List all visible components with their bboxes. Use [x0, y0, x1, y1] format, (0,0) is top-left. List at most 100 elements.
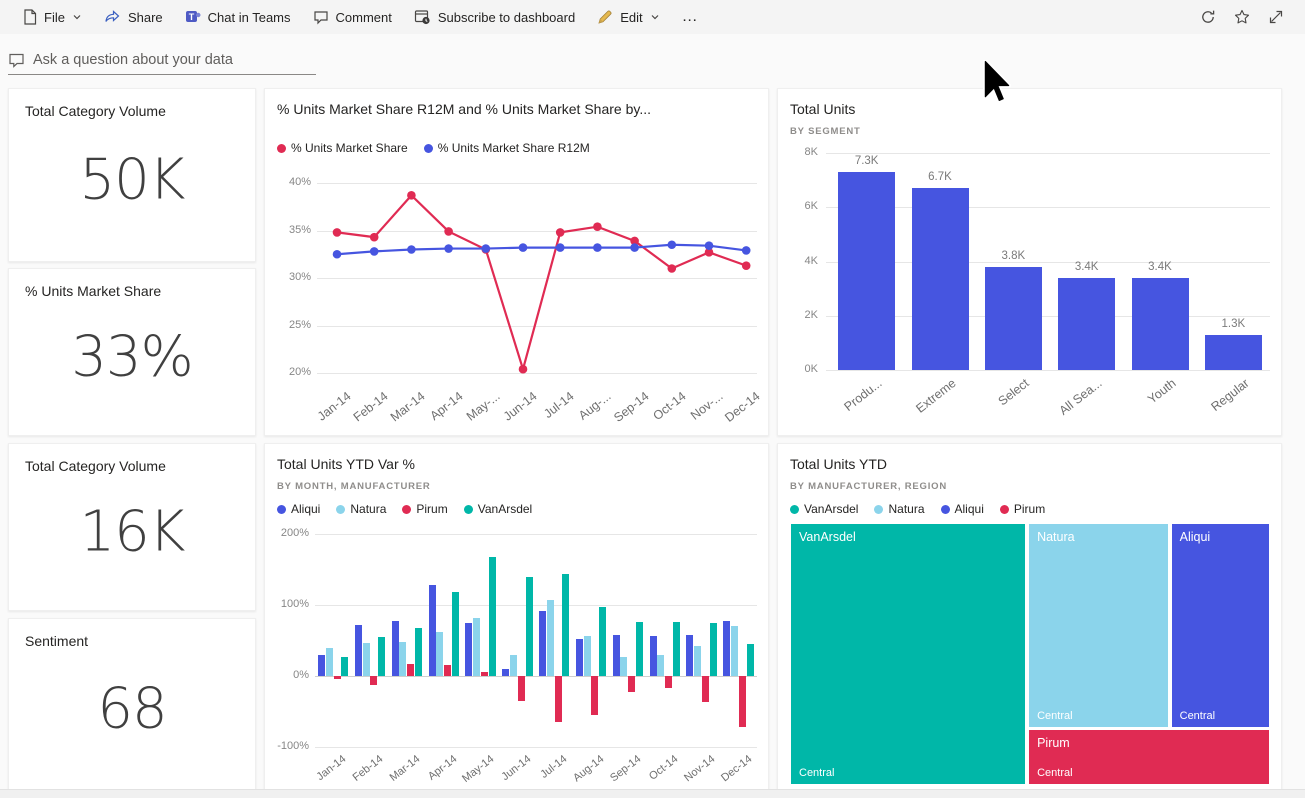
bar[interactable]	[510, 655, 517, 676]
legend-label: Natura	[888, 502, 924, 516]
bar[interactable]	[555, 676, 562, 722]
bar[interactable]	[452, 592, 459, 676]
legend-item[interactable]: Pirum	[402, 502, 447, 516]
bar[interactable]	[429, 585, 436, 676]
comment-button[interactable]: Comment	[302, 0, 403, 34]
legend-item[interactable]: Aliqui	[277, 502, 320, 516]
bar[interactable]	[694, 646, 701, 676]
bar-chart-card[interactable]: Total Units BY SEGMENT 8K6K4K2K0K7.3KPro…	[777, 88, 1282, 436]
legend-item[interactable]: Aliqui	[941, 502, 984, 516]
fullscreen-button[interactable]	[1259, 0, 1293, 34]
bar[interactable]	[1058, 278, 1115, 370]
bar[interactable]	[686, 635, 693, 676]
treemap-node[interactable]: VanArsdelCentral	[791, 524, 1025, 784]
bar[interactable]	[392, 621, 399, 676]
bar[interactable]	[378, 637, 385, 676]
treemap-node[interactable]: PirumCentral	[1029, 730, 1269, 784]
kpi-value: 50K	[9, 148, 255, 213]
qna-input[interactable]: Ask a question about your data	[8, 46, 316, 75]
bar[interactable]	[489, 557, 496, 676]
bar[interactable]	[657, 655, 664, 676]
bar[interactable]	[912, 188, 969, 370]
bar[interactable]	[702, 676, 709, 702]
legend-item[interactable]: % Units Market Share	[277, 141, 408, 155]
chat-in-teams-label: Chat in Teams	[208, 10, 291, 25]
bar[interactable]	[562, 574, 569, 676]
kpi-card-units-market-share[interactable]: % Units Market Share 33%	[8, 268, 256, 436]
bar[interactable]	[502, 669, 509, 676]
bar[interactable]	[613, 635, 620, 676]
legend-item[interactable]: VanArsdel	[464, 502, 532, 516]
bar[interactable]	[665, 676, 672, 688]
subscribe-button[interactable]: Subscribe to dashboard	[403, 0, 586, 34]
line-chart-card[interactable]: % Units Market Share R12M and % Units Ma…	[264, 88, 769, 436]
share-button[interactable]: Share	[93, 0, 174, 34]
bar[interactable]	[838, 172, 895, 370]
legend-label: Pirum	[416, 502, 447, 516]
bar[interactable]	[985, 267, 1042, 370]
bar[interactable]	[723, 621, 730, 676]
bar[interactable]	[747, 644, 754, 676]
legend-item[interactable]: Natura	[336, 502, 386, 516]
bar[interactable]	[444, 665, 451, 676]
bar[interactable]	[591, 676, 598, 715]
chart-subtitle: BY MANUFACTURER, REGION	[790, 481, 947, 492]
bar[interactable]	[318, 655, 325, 676]
edit-button[interactable]: Edit	[586, 0, 670, 34]
bar[interactable]	[1205, 335, 1262, 370]
bar[interactable]	[673, 622, 680, 676]
legend-item[interactable]: Pirum	[1000, 502, 1045, 516]
bar[interactable]	[1132, 278, 1189, 370]
bar[interactable]	[518, 676, 525, 701]
treemap-node[interactable]: AliquiCentral	[1172, 524, 1269, 727]
kpi-card-total-category-volume-2[interactable]: Total Category Volume 16K	[8, 443, 256, 611]
bar[interactable]	[481, 672, 488, 676]
bar-value-label: 6.7K	[908, 171, 972, 183]
toolbar-right	[1191, 0, 1293, 34]
bar[interactable]	[739, 676, 746, 727]
x-axis-tick-label: Extreme	[913, 376, 958, 416]
bar[interactable]	[620, 657, 627, 676]
bar[interactable]	[628, 676, 635, 692]
bar[interactable]	[599, 607, 606, 676]
toolbar-left: File Share T Chat in Teams Comment Subsc…	[12, 0, 710, 34]
refresh-icon	[1200, 9, 1216, 25]
legend-item[interactable]: % Units Market Share R12M	[424, 141, 590, 155]
bar[interactable]	[731, 626, 738, 676]
bar[interactable]	[526, 577, 533, 676]
favorite-button[interactable]	[1225, 0, 1259, 34]
bar[interactable]	[370, 676, 377, 685]
legend-item[interactable]: Natura	[874, 502, 924, 516]
kpi-card-sentiment[interactable]: Sentiment 68	[8, 618, 256, 790]
bar[interactable]	[584, 636, 591, 676]
bar[interactable]	[539, 611, 546, 676]
treemap-node[interactable]: NaturaCentral	[1029, 524, 1168, 727]
chat-in-teams-button[interactable]: T Chat in Teams	[174, 0, 302, 34]
file-menu-button[interactable]: File	[12, 0, 93, 34]
grouped-bar-chart-card[interactable]: Total Units YTD Var % BY MONTH, MANUFACT…	[264, 443, 769, 790]
bar[interactable]	[341, 657, 348, 676]
bar[interactable]	[407, 664, 414, 676]
bar[interactable]	[363, 643, 370, 676]
horizontal-scrollbar[interactable]	[0, 789, 1305, 798]
treemap-card[interactable]: Total Units YTD BY MANUFACTURER, REGION …	[777, 443, 1282, 790]
bar[interactable]	[415, 628, 422, 676]
bar[interactable]	[636, 622, 643, 676]
bar[interactable]	[399, 642, 406, 676]
kpi-card-total-category-volume[interactable]: Total Category Volume 50K	[8, 88, 256, 262]
bar[interactable]	[650, 636, 657, 676]
bar[interactable]	[576, 639, 583, 676]
bar[interactable]	[473, 618, 480, 676]
bar[interactable]	[436, 632, 443, 676]
bar[interactable]	[710, 623, 717, 676]
refresh-button[interactable]	[1191, 0, 1225, 34]
more-options-button[interactable]: …	[671, 0, 710, 34]
bar[interactable]	[465, 623, 472, 676]
bar[interactable]	[326, 648, 333, 676]
treemap-node-label: Aliqui	[1180, 530, 1211, 544]
chart-title: Total Units YTD Var %	[277, 456, 415, 472]
bar[interactable]	[547, 600, 554, 676]
bar[interactable]	[355, 625, 362, 676]
bar[interactable]	[334, 676, 341, 679]
legend-item[interactable]: VanArsdel	[790, 502, 858, 516]
